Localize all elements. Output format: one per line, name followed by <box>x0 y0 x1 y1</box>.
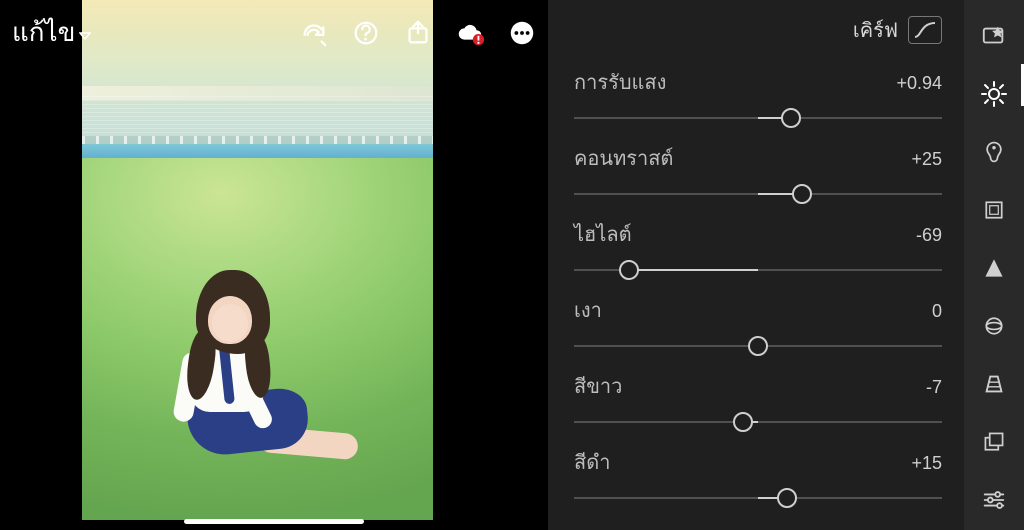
detail-icon[interactable] <box>980 254 1008 282</box>
slider-label: สีดำ <box>574 446 610 478</box>
slider-track[interactable] <box>574 260 942 280</box>
light-panel: เคิร์ฟ การรับแสง +0.94 คอนทราสต์ +25 ไฮไลต์ -… <box>548 0 964 530</box>
slider-label: ไฮไลต์ <box>574 218 632 250</box>
slider-value: +15 <box>911 453 942 474</box>
more-icon[interactable] <box>506 17 538 49</box>
photo-preview[interactable] <box>82 0 433 520</box>
curve-label: เคิร์ฟ <box>853 14 898 46</box>
optics-icon[interactable] <box>980 312 1008 340</box>
slider-label: สีขาว <box>574 370 622 402</box>
crop-icon[interactable] <box>980 196 1008 224</box>
color-icon[interactable] <box>980 138 1008 166</box>
slider-thumb[interactable] <box>748 336 768 356</box>
chevron-down-icon[interactable] <box>79 30 91 42</box>
curve-button[interactable] <box>908 16 942 44</box>
slider-value: 0 <box>932 301 942 322</box>
slider-สีขาว: สีขาว -7 <box>574 370 942 432</box>
slider-สีดำ: สีดำ +15 <box>574 446 942 508</box>
presets-icon[interactable] <box>980 22 1008 50</box>
slider-track[interactable] <box>574 184 942 204</box>
slider-track[interactable] <box>574 108 942 128</box>
home-indicator <box>184 519 364 524</box>
slider-label: เงา <box>574 294 602 326</box>
versions-icon[interactable] <box>980 428 1008 456</box>
slider-value: -7 <box>926 377 942 398</box>
slider-value: +25 <box>911 149 942 170</box>
slider-คอนทราสต์: คอนทราสต์ +25 <box>574 142 942 204</box>
slider-thumb[interactable] <box>733 412 753 432</box>
slider-thumb[interactable] <box>781 108 801 128</box>
slider-ไฮไลต์: ไฮไลต์ -69 <box>574 218 942 280</box>
slider-track[interactable] <box>574 412 942 432</box>
slider-thumb[interactable] <box>792 184 812 204</box>
canvas-pane: แก้ไข <box>0 0 548 530</box>
share-icon[interactable] <box>402 17 434 49</box>
slider-track[interactable] <box>574 488 942 508</box>
slider-track[interactable] <box>574 336 942 356</box>
cloud-alert-icon[interactable] <box>454 17 486 49</box>
redo-icon[interactable] <box>298 17 330 49</box>
top-toolbar: แก้ไข <box>12 12 548 53</box>
slider-เงา: เงา 0 <box>574 294 942 356</box>
slider-thumb[interactable] <box>777 488 797 508</box>
slider-การรับแสง: การรับแสง +0.94 <box>574 66 942 128</box>
slider-label: คอนทราสต์ <box>574 142 673 174</box>
tune-icon[interactable] <box>980 486 1008 514</box>
geometry-icon[interactable] <box>980 370 1008 398</box>
light-icon[interactable] <box>980 80 1008 108</box>
page-title: แก้ไข <box>12 12 75 53</box>
tool-strip <box>964 0 1024 530</box>
slider-value: -69 <box>916 225 942 246</box>
slider-value: +0.94 <box>896 73 942 94</box>
slider-label: การรับแสง <box>574 66 666 98</box>
slider-thumb[interactable] <box>619 260 639 280</box>
help-icon[interactable] <box>350 17 382 49</box>
